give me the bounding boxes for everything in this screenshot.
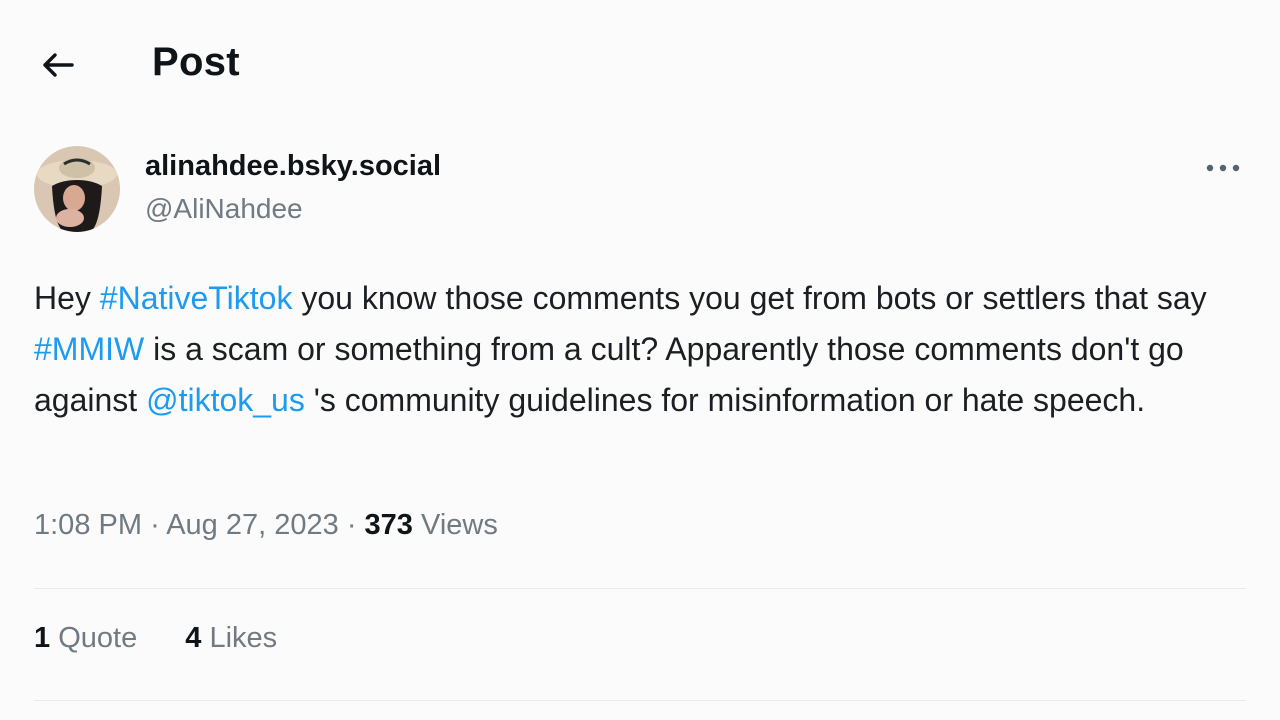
views-count: 373 bbox=[364, 509, 413, 541]
meta-separator: · bbox=[150, 509, 160, 541]
more-options-button[interactable] bbox=[1200, 150, 1246, 186]
hashtag-link-mmiw[interactable]: #MMIW bbox=[34, 331, 144, 367]
post-meta: 1:08 PM · Aug 27, 2023 · 373 Views bbox=[34, 509, 498, 542]
hashtag-link-nativetiktok[interactable]: #NativeTiktok bbox=[100, 280, 293, 316]
back-button[interactable] bbox=[34, 42, 80, 88]
likes-stat[interactable]: 4 Likes bbox=[185, 622, 277, 655]
post-header: Post bbox=[0, 0, 1280, 130]
post-time[interactable]: 1:08 PM bbox=[34, 509, 142, 541]
page-title: Post bbox=[152, 40, 240, 84]
mention-link-tiktok-us[interactable]: @tiktok_us bbox=[146, 382, 305, 418]
post-date[interactable]: Aug 27, 2023 bbox=[166, 509, 339, 541]
more-horizontal-icon bbox=[1206, 164, 1240, 172]
arrow-left-icon bbox=[43, 53, 74, 77]
author-display-name[interactable]: alinahdee.bsky.social bbox=[145, 150, 441, 183]
divider bbox=[34, 700, 1246, 701]
post-text-segment: you know those comments you get from bot… bbox=[292, 280, 1207, 316]
likes-count: 4 bbox=[185, 622, 202, 654]
likes-label: Likes bbox=[209, 622, 278, 654]
meta-separator: · bbox=[346, 509, 357, 541]
divider bbox=[34, 588, 1246, 589]
quotes-count: 1 bbox=[34, 622, 51, 654]
post-text-segment: 's community guidelines for misinformati… bbox=[304, 382, 1146, 418]
author-handle[interactable]: @AliNahdee bbox=[145, 193, 303, 225]
quotes-label: Quote bbox=[58, 622, 138, 654]
views-label: Views bbox=[421, 509, 498, 541]
post-text: Hey #NativeTiktok you know those comment… bbox=[34, 273, 1254, 426]
post-text-segment: Hey bbox=[34, 280, 100, 316]
avatar-image bbox=[34, 146, 120, 232]
post-page: Post alinahdee.bsky.social @AliNahdee He… bbox=[0, 0, 1280, 720]
quotes-stat[interactable]: 1 Quote bbox=[34, 622, 137, 655]
avatar[interactable] bbox=[34, 146, 120, 232]
post-stats: 1 Quote 4 Likes bbox=[34, 622, 317, 655]
